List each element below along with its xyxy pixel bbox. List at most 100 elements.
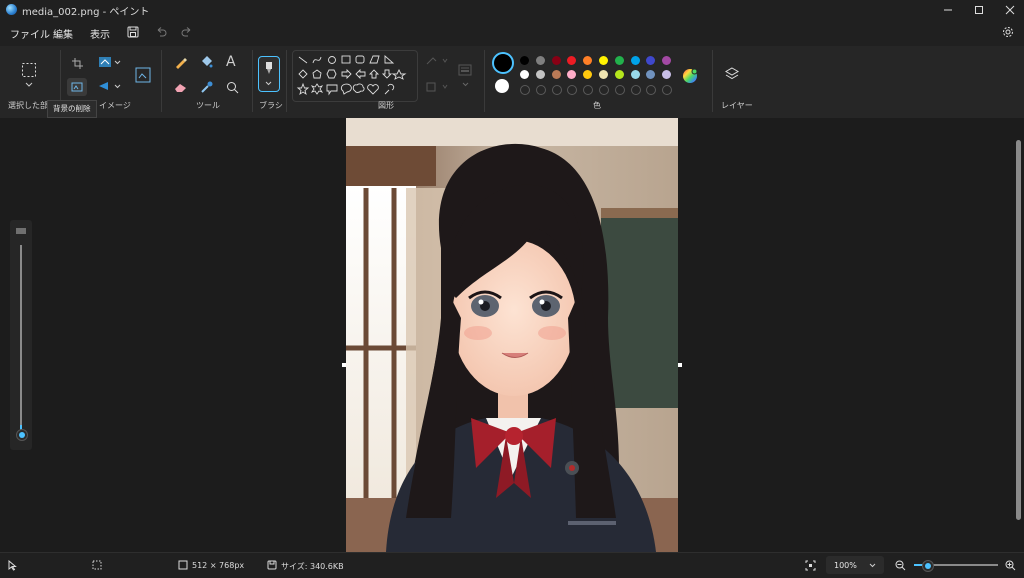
status-bar: 512 × 768px サイズ: 340.6KB 100% xyxy=(0,552,1024,578)
color-swatch[interactable] xyxy=(646,70,656,79)
resize-handle-left[interactable] xyxy=(342,363,346,367)
color-swatch[interactable] xyxy=(520,56,529,65)
shape-fill-icon[interactable] xyxy=(425,81,451,93)
color-swatch[interactable] xyxy=(535,56,545,65)
canvas-size-icon xyxy=(178,560,188,570)
custom-color-slot[interactable] xyxy=(630,85,641,95)
color-swatch[interactable] xyxy=(583,56,593,65)
chevron-down-icon[interactable] xyxy=(114,84,121,89)
selection-rectangle-icon[interactable] xyxy=(21,62,37,78)
color-swatch[interactable] xyxy=(583,70,593,79)
paint-app-icon xyxy=(6,4,17,15)
color-swatch[interactable] xyxy=(535,70,545,79)
settings-gear-icon[interactable] xyxy=(1002,26,1014,38)
menu-file[interactable]: ファイル xyxy=(10,26,50,41)
vertical-zoom-slider[interactable] xyxy=(10,220,32,450)
magnifier-icon[interactable] xyxy=(226,81,239,94)
custom-color-slot[interactable] xyxy=(520,85,530,95)
file-size-icon xyxy=(267,560,277,570)
custom-color-slot[interactable] xyxy=(551,85,562,95)
minimize-button[interactable] xyxy=(932,0,964,20)
zoom-slider-thumb[interactable] xyxy=(922,560,934,572)
zoom-in-icon[interactable] xyxy=(1005,560,1016,571)
colors-group-label: 色 xyxy=(593,101,601,110)
slider-thumb[interactable] xyxy=(16,429,28,441)
ribbon-toolbar: 選択した部分 イメージ A ツール ブラシ 図形 色 レイヤー xyxy=(0,46,1024,119)
custom-color-slot[interactable] xyxy=(614,85,625,95)
zoom-scale-icon xyxy=(16,228,26,234)
zoom-value: 100% xyxy=(834,561,857,570)
pencil-icon[interactable] xyxy=(174,56,187,69)
anime-schoolgirl-portrait xyxy=(346,118,678,552)
eraser-icon[interactable] xyxy=(174,82,187,93)
vertical-scrollbar[interactable] xyxy=(1016,140,1021,520)
brush-button[interactable] xyxy=(258,56,280,92)
color-swatch[interactable] xyxy=(646,56,656,65)
text-tool-icon[interactable]: A xyxy=(226,54,236,70)
layers-group-label: レイヤー xyxy=(721,101,753,110)
color-swatch[interactable] xyxy=(599,56,608,65)
line-size-icon[interactable] xyxy=(458,64,472,76)
brushes-group-label: ブラシ xyxy=(259,101,283,110)
redo-icon[interactable] xyxy=(181,26,193,38)
primary-color-swatch[interactable] xyxy=(492,52,514,74)
brush-icon xyxy=(266,62,272,74)
flip-icon[interactable] xyxy=(98,81,110,91)
resize-icon[interactable] xyxy=(98,56,112,68)
custom-color-slot[interactable] xyxy=(599,85,609,95)
window-title: media_002.png - ペイント xyxy=(22,7,150,18)
layers-icon[interactable] xyxy=(724,66,740,82)
tools-group-label: ツール xyxy=(196,101,220,110)
maximize-icon xyxy=(975,6,983,14)
maximize-button[interactable] xyxy=(963,0,995,20)
secondary-color-swatch[interactable] xyxy=(495,79,509,93)
menu-view[interactable]: 表示 xyxy=(90,26,110,41)
remove-background-icon xyxy=(71,82,83,92)
image-properties-icon[interactable] xyxy=(135,67,151,83)
divider xyxy=(484,50,485,112)
shapes-gallery[interactable] xyxy=(292,50,418,102)
color-swatch[interactable] xyxy=(551,56,561,65)
color-swatch[interactable] xyxy=(551,70,561,79)
selection-size-icon xyxy=(92,560,102,570)
menu-edit[interactable]: 編集 xyxy=(53,26,73,41)
color-swatch[interactable] xyxy=(662,70,672,79)
close-button[interactable] xyxy=(994,0,1024,20)
custom-color-slot[interactable] xyxy=(567,85,578,95)
edit-colors-icon[interactable] xyxy=(682,68,698,84)
divider xyxy=(286,50,287,112)
color-swatch[interactable] xyxy=(599,70,608,79)
shape-outline-icon[interactable] xyxy=(425,55,451,67)
crop-icon[interactable] xyxy=(72,58,83,69)
zoom-dropdown[interactable]: 100% xyxy=(826,556,884,574)
menu-bar: ファイル 編集 表示 xyxy=(0,20,1024,46)
custom-color-slot[interactable] xyxy=(646,85,657,95)
shapes-grid-icon xyxy=(296,55,407,96)
color-swatch[interactable] xyxy=(614,56,624,65)
color-swatch[interactable] xyxy=(567,56,577,65)
custom-color-slot[interactable] xyxy=(583,85,594,95)
custom-color-slot[interactable] xyxy=(535,85,546,95)
color-swatch[interactable] xyxy=(520,70,529,79)
chevron-down-icon[interactable] xyxy=(25,82,33,88)
divider xyxy=(252,50,253,112)
color-swatch[interactable] xyxy=(614,70,624,79)
color-swatch[interactable] xyxy=(630,70,640,79)
undo-icon[interactable] xyxy=(155,26,167,38)
canvas-area[interactable] xyxy=(0,118,1024,552)
chevron-down-icon[interactable] xyxy=(114,60,121,65)
resize-handle-right[interactable] xyxy=(678,363,682,367)
remove-background-button[interactable] xyxy=(67,78,87,96)
fit-to-window-icon[interactable] xyxy=(805,560,816,571)
zoom-out-icon[interactable] xyxy=(895,560,906,571)
canvas-image[interactable] xyxy=(346,118,678,552)
chevron-down-icon[interactable] xyxy=(462,82,469,87)
shapes-group-label: 図形 xyxy=(378,101,394,110)
color-swatch[interactable] xyxy=(630,56,640,65)
save-icon[interactable] xyxy=(127,26,139,38)
color-swatch[interactable] xyxy=(567,70,577,79)
fill-bucket-icon[interactable] xyxy=(200,55,213,68)
color-picker-icon[interactable] xyxy=(200,81,213,94)
color-swatch[interactable] xyxy=(662,56,672,65)
custom-color-slot[interactable] xyxy=(662,85,673,95)
